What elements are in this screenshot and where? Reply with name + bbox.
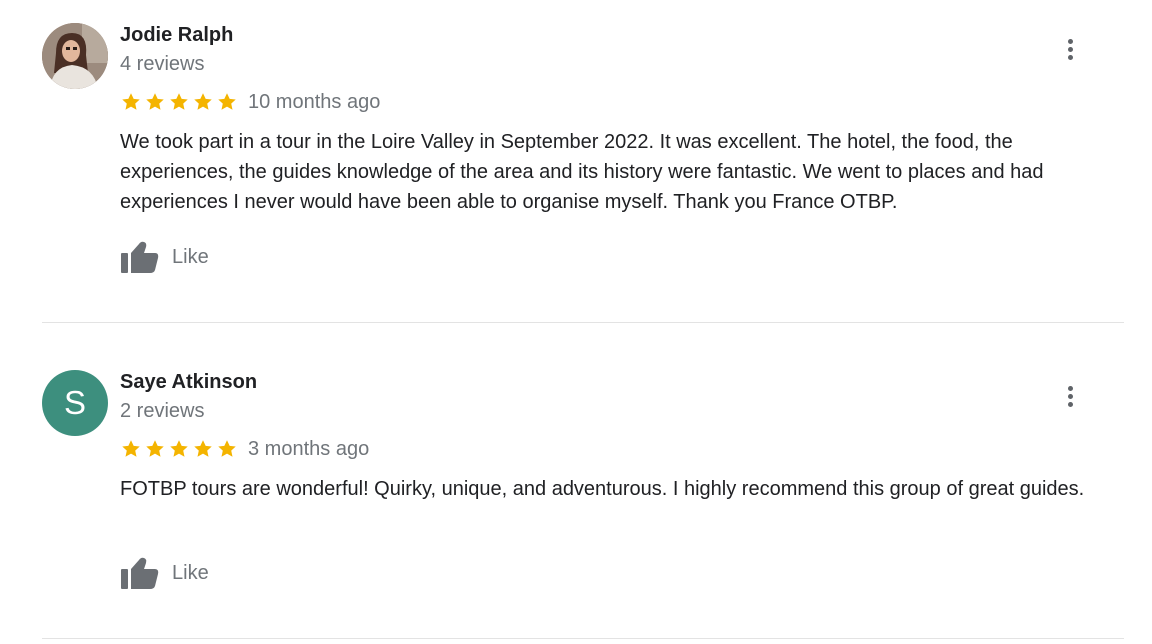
like-label: Like xyxy=(172,245,209,268)
more-vert-icon xyxy=(1067,38,1073,44)
star-icon xyxy=(170,440,188,457)
like-label: Like xyxy=(172,561,209,584)
review-time: 10 months ago xyxy=(248,91,381,113)
reviewer-name[interactable]: Saye Atkinson xyxy=(120,371,257,394)
like-button[interactable]: Like xyxy=(120,553,209,593)
star-icon xyxy=(218,93,236,110)
star-icon xyxy=(194,93,212,110)
star-icon xyxy=(170,93,188,110)
reviewer-avatar[interactable] xyxy=(42,23,108,89)
reviewer-name[interactable]: Jodie Ralph xyxy=(120,24,233,47)
review-divider xyxy=(42,322,1124,323)
star-icon xyxy=(122,440,140,457)
review-text: FOTBP tours are wonderful! Quirky, uniqu… xyxy=(120,478,1085,500)
reviewer-review-count: 4 reviews xyxy=(120,53,205,75)
more-options-button[interactable] xyxy=(1058,34,1082,64)
star-icon xyxy=(122,93,140,110)
star-rating xyxy=(120,91,240,113)
review-divider xyxy=(42,638,1124,639)
star-icon xyxy=(218,440,236,457)
star-icon xyxy=(146,93,164,110)
star-icon xyxy=(146,440,164,457)
reviewer-review-count: 2 reviews xyxy=(120,400,205,422)
reviewer-avatar[interactable]: S xyxy=(42,370,108,436)
avatar-photo-image xyxy=(42,23,108,89)
more-vert-icon xyxy=(1067,385,1073,391)
review-text: We took part in a tour in the Loire Vall… xyxy=(120,131,1044,213)
thumbs-up-icon xyxy=(121,557,159,589)
star-rating xyxy=(120,438,240,460)
more-options-button[interactable] xyxy=(1058,381,1082,411)
like-button[interactable]: Like xyxy=(120,237,209,277)
thumbs-up-icon xyxy=(121,241,159,273)
star-icon xyxy=(194,440,212,457)
review-time: 3 months ago xyxy=(248,438,370,460)
